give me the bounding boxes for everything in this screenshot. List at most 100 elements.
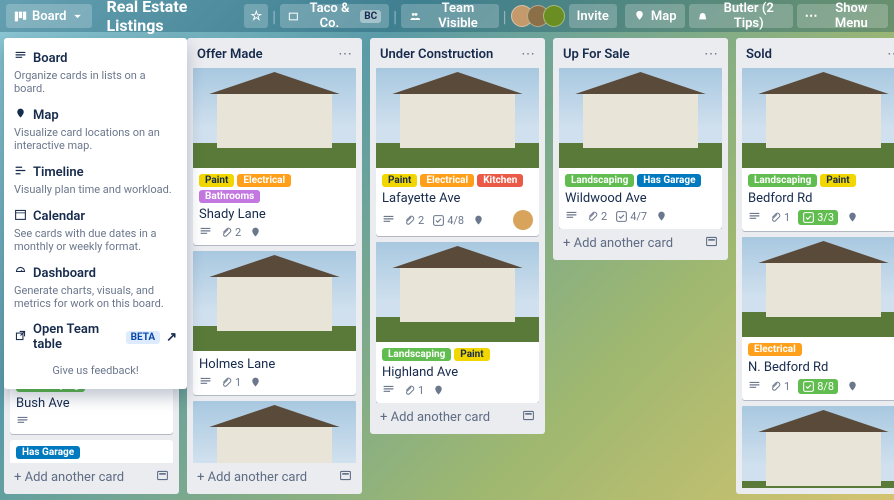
description-icon (565, 210, 578, 223)
list: Under Construction⋯PaintElectricalKitche… (370, 38, 545, 434)
card-badges: 18/8 (748, 379, 894, 394)
label[interactable]: Kitchen (477, 174, 523, 187)
org-button[interactable]: Taco & Co. BC (280, 4, 389, 28)
list-title[interactable]: Sold (746, 47, 772, 62)
map-button[interactable]: Map (625, 4, 685, 28)
card-cover-image (193, 401, 356, 463)
card-badges: 1 (382, 384, 533, 397)
list-title[interactable]: Under Construction (380, 47, 493, 62)
description-icon (16, 415, 29, 428)
card-cover-image (193, 251, 356, 351)
chevron-down-icon (71, 10, 84, 23)
card-title: Shady Lane (199, 207, 350, 222)
card-title: N. Bedford Rd (748, 360, 894, 375)
invite-button[interactable]: Invite (569, 4, 617, 28)
popover-item-board[interactable]: BoardOrganize cards in lists on a board. (14, 44, 177, 101)
popover-item-map[interactable]: Map Visualize card locations on an intera… (14, 101, 177, 158)
card[interactable] (742, 406, 894, 488)
visibility-label: Team Visible (425, 1, 490, 31)
butler-icon (697, 10, 708, 23)
card[interactable]: LandscapingPaint Highland Ave 1 (376, 242, 539, 403)
label[interactable]: Bathrooms (199, 190, 260, 203)
star-button[interactable]: ☆ (244, 4, 268, 28)
view-switcher-popover: BoardOrganize cards in lists on a board.… (4, 38, 187, 389)
list-menu-button[interactable]: ⋯ (521, 46, 535, 62)
popover-item-title: Dashboard (33, 266, 96, 281)
card-title: Highland Ave (382, 365, 533, 380)
show-menu-button[interactable]: ⋯ Show Menu (797, 4, 888, 28)
label[interactable]: Paint (820, 174, 855, 187)
card-badges: 1 (199, 376, 350, 389)
add-card-button[interactable]: + Add another card (376, 403, 539, 428)
map-icon (633, 10, 646, 23)
label[interactable]: Paint (199, 174, 234, 187)
card-badges: 24/7 (565, 210, 716, 223)
popover-item-calendar[interactable]: CalendarSee cards with due dates in a mo… (14, 202, 177, 259)
add-card-button[interactable]: + Add another card (10, 463, 173, 488)
location-icon (655, 210, 668, 223)
label[interactable]: Electrical (237, 174, 291, 187)
popover-item-desc: Visually plan time and workload. (14, 183, 177, 196)
card[interactable]: LandscapingPaintKitchenHalstead Ave2 (193, 401, 356, 463)
feedback-link[interactable]: Give us feedback! (14, 358, 177, 383)
external-icon (14, 329, 27, 346)
board-view-button[interactable]: Board (6, 4, 92, 28)
card-labels: Has Garage (16, 446, 167, 459)
label[interactable]: Landscaping (565, 174, 634, 187)
map-icon (14, 107, 27, 124)
checklist-badge: 4/7 (615, 210, 647, 223)
card-badges: 13/3 (748, 210, 894, 225)
popover-item-open-team-table[interactable]: Open Team tableBETA↗ (14, 316, 177, 358)
list-title[interactable]: Up For Sale (563, 47, 630, 62)
label[interactable]: Landscaping (748, 174, 817, 187)
add-card-button[interactable]: + Add another card (193, 463, 356, 488)
popover-item-desc: Organize cards in lists on a board. (14, 69, 177, 95)
popover-item-desc: Visualize card locations on an interacti… (14, 126, 177, 152)
template-icon[interactable] (339, 469, 352, 486)
list-menu-button[interactable]: ⋯ (704, 46, 718, 62)
dashboard-icon (14, 265, 27, 282)
template-icon[interactable] (705, 235, 718, 252)
location-icon (846, 211, 859, 224)
card-badges (16, 415, 167, 428)
popover-item-title: Calendar (33, 209, 85, 224)
location-icon (249, 376, 262, 389)
card-cover-image (559, 68, 722, 168)
attachment-badge: 1 (403, 384, 424, 397)
popover-item-timeline[interactable]: TimelineVisually plan time and workload. (14, 158, 177, 202)
label[interactable]: Electrical (420, 174, 474, 187)
card-labels: LandscapingPaint (748, 174, 894, 187)
attachment-badge: 1 (769, 211, 790, 224)
board-view-label: Board (32, 9, 66, 24)
menu-dots-icon: ⋯ (805, 9, 818, 24)
template-icon[interactable] (522, 409, 535, 426)
label[interactable]: Landscaping (382, 348, 451, 361)
label[interactable]: Paint (382, 174, 417, 187)
popover-item-desc: Generate charts, visuals, and metrics fo… (14, 284, 177, 310)
label[interactable]: Paint (454, 348, 489, 361)
card[interactable]: PaintElectricalKitchenLafayette Ave24/8 (376, 68, 539, 236)
card[interactable]: Electrical N. Bedford Rd 18/8 (742, 237, 894, 400)
label[interactable]: Has Garage (16, 446, 80, 459)
card[interactable]: Has GarageS. 4th Street (10, 440, 173, 463)
member-avatar[interactable] (513, 210, 533, 230)
list-menu-button[interactable]: ⋯ (338, 46, 352, 62)
list-menu-button[interactable]: ⋯ (887, 46, 894, 62)
board-title[interactable]: Real Estate Listings (96, 0, 240, 35)
card[interactable]: PaintElectricalBathroomsShady Lane2 (193, 68, 356, 245)
checklist-badge-complete: 8/8 (798, 379, 838, 394)
list-title[interactable]: Offer Made (197, 47, 263, 62)
card[interactable]: LandscapingPaintBedford Rd13/3 (742, 68, 894, 231)
label[interactable]: Electrical (748, 343, 802, 356)
popover-item-dashboard[interactable]: Dashboard Generate charts, visuals, and m… (14, 259, 177, 316)
visibility-button[interactable]: Team Visible (401, 4, 499, 28)
butler-button[interactable]: Butler (2 Tips) (689, 4, 793, 28)
template-icon[interactable] (156, 469, 169, 486)
card[interactable]: LandscapingHas GarageWildwood Ave24/7 (559, 68, 722, 229)
member-avatars[interactable] (511, 5, 565, 27)
add-card-button[interactable]: + Add another card (559, 229, 722, 254)
board-icon (14, 50, 27, 67)
card[interactable]: Holmes Lane1 (193, 251, 356, 395)
popover-item-title: Map (33, 108, 59, 123)
label[interactable]: Has Garage (637, 174, 701, 187)
